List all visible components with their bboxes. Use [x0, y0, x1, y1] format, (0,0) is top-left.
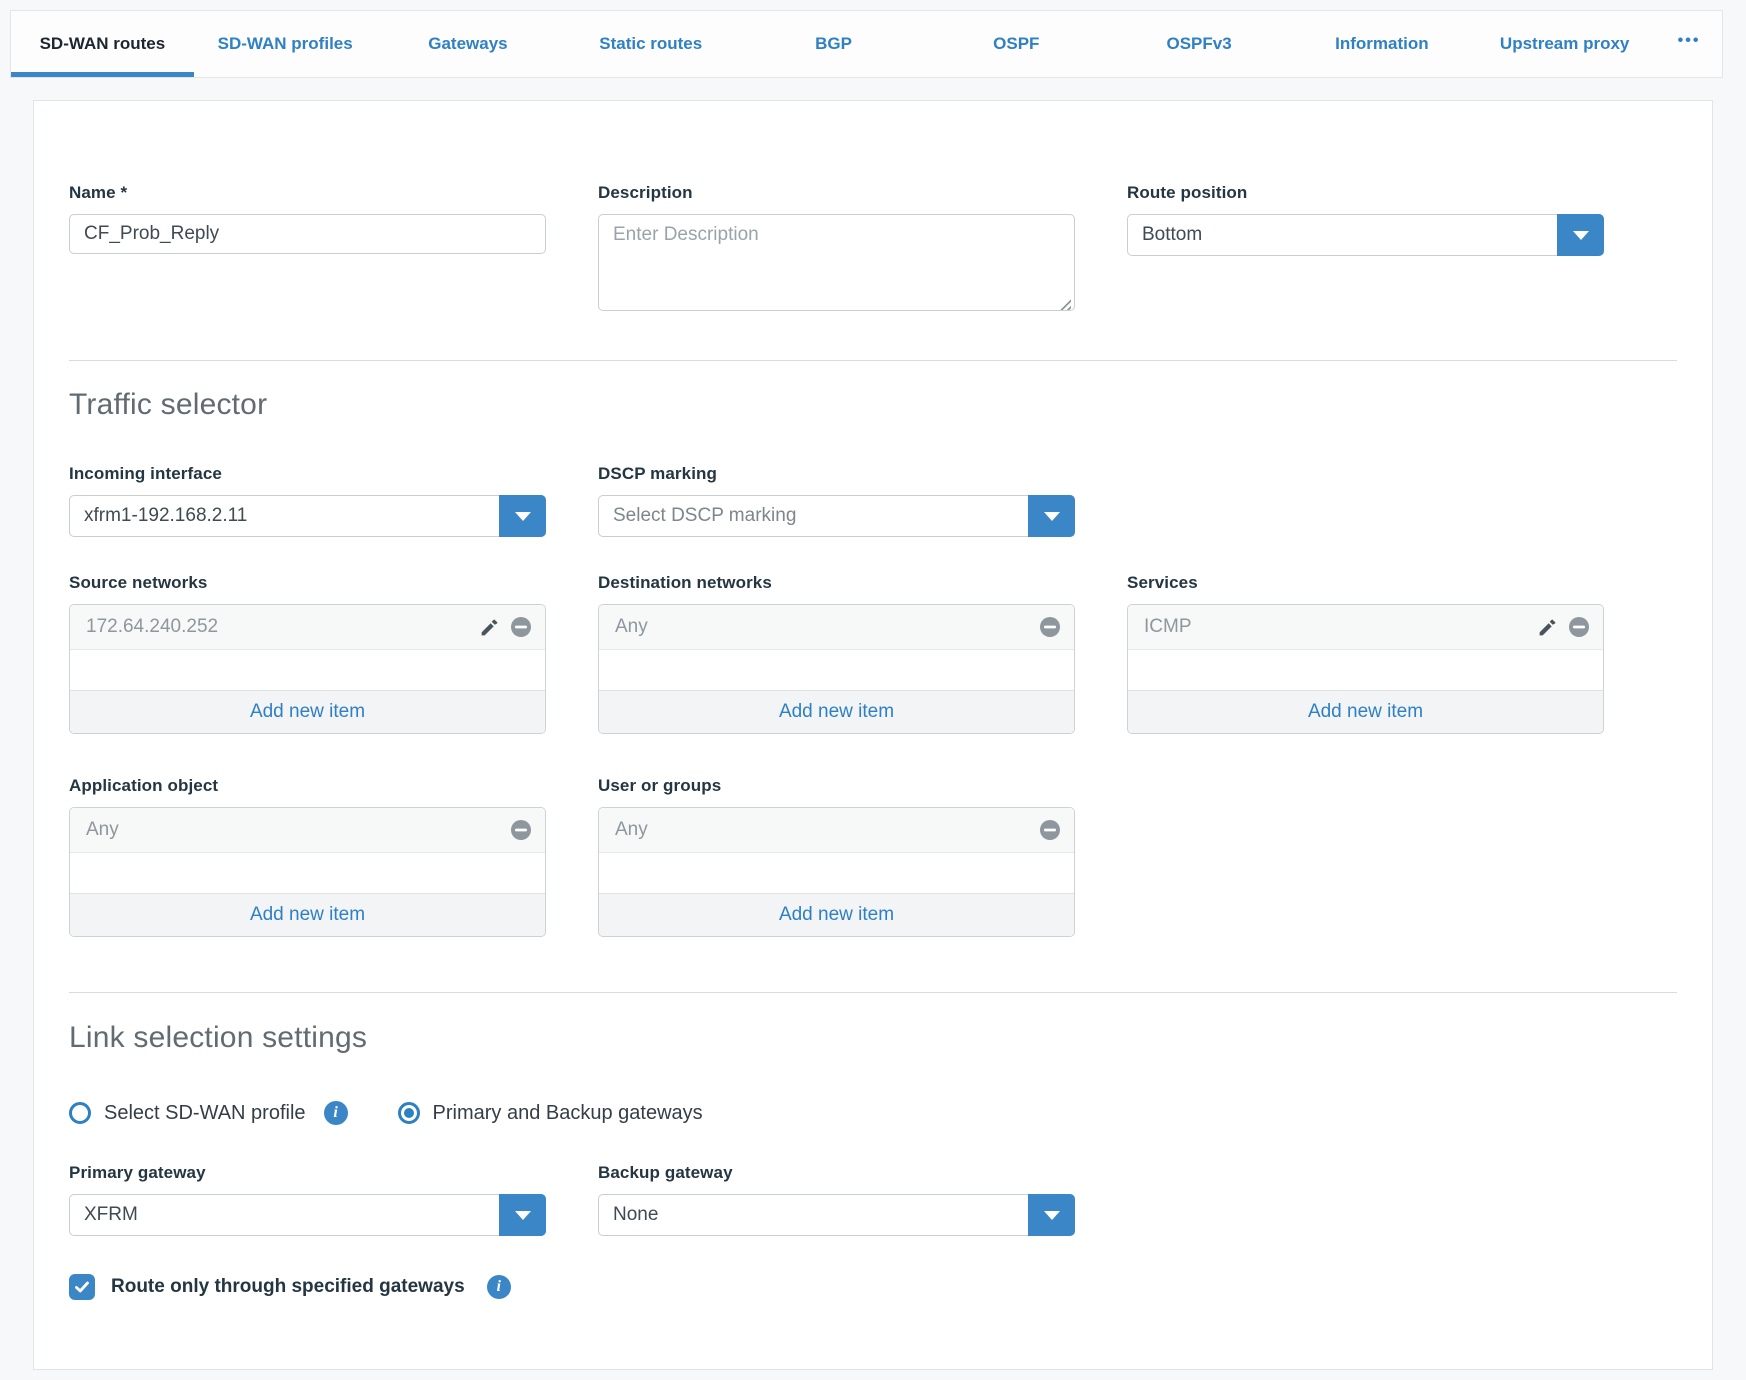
remove-minus-icon[interactable] — [509, 615, 533, 639]
link-selection-heading: Link selection settings — [69, 1021, 1677, 1055]
user-or-groups-value: Any — [615, 819, 1038, 841]
source-networks-label: Source networks — [69, 573, 546, 593]
chevron-down-icon — [1573, 231, 1589, 240]
section-divider — [69, 360, 1677, 361]
remove-minus-icon[interactable] — [1567, 615, 1591, 639]
application-object-value: Any — [86, 819, 509, 841]
tab-sdwan-profiles[interactable]: SD-WAN profiles — [194, 11, 377, 77]
services-listbox: ICMP Add new item — [1127, 604, 1604, 734]
route-only-checkbox[interactable] — [69, 1274, 95, 1300]
primary-gateway-value: XFRM — [70, 1195, 499, 1235]
radio-circle-icon — [398, 1102, 420, 1124]
source-networks-listbox: 172.64.240.252 Add new item — [69, 604, 546, 734]
source-network-value: 172.64.240.252 — [86, 616, 477, 638]
services-add-button[interactable]: Add new item — [1128, 690, 1603, 733]
tab-static-routes[interactable]: Static routes — [559, 11, 742, 77]
checkmark-icon — [73, 1278, 91, 1296]
info-icon[interactable]: i — [324, 1101, 348, 1125]
primary-gateway-select[interactable]: XFRM — [69, 1194, 546, 1236]
backup-gateway-value: None — [599, 1195, 1028, 1235]
dscp-marking-label: DSCP marking — [598, 464, 1075, 484]
remove-minus-icon[interactable] — [509, 818, 533, 842]
services-label: Services — [1127, 573, 1604, 593]
tab-ospfv3[interactable]: OSPFv3 — [1108, 11, 1291, 77]
name-input[interactable] — [69, 214, 546, 254]
sdwan-route-form-panel: Name * Description Route position Bottom… — [33, 100, 1713, 1370]
tab-ospf[interactable]: OSPF — [925, 11, 1108, 77]
backup-gateway-dropdown-button[interactable] — [1028, 1194, 1075, 1236]
backup-gateway-label: Backup gateway — [598, 1163, 1075, 1183]
description-label: Description — [598, 183, 1075, 203]
tab-gateways[interactable]: Gateways — [377, 11, 560, 77]
chevron-down-icon — [515, 512, 531, 521]
tab-information[interactable]: Information — [1290, 11, 1473, 77]
primary-gateway-dropdown-button[interactable] — [499, 1194, 546, 1236]
tab-sdwan-routes[interactable]: SD-WAN routes — [11, 11, 194, 77]
top-tab-bar: SD-WAN routes SD-WAN profiles Gateways S… — [10, 10, 1723, 78]
description-textarea[interactable] — [598, 214, 1075, 311]
list-empty-space — [70, 650, 545, 690]
list-empty-space — [599, 650, 1074, 690]
chevron-down-icon — [1044, 512, 1060, 521]
list-empty-space — [599, 853, 1074, 893]
list-empty-space — [1128, 650, 1603, 690]
radio-primary-backup-label: Primary and Backup gateways — [433, 1102, 703, 1125]
destination-networks-listbox: Any Add new item — [598, 604, 1075, 734]
application-object-add-button[interactable]: Add new item — [70, 893, 545, 936]
destination-networks-label: Destination networks — [598, 573, 1075, 593]
list-item: 172.64.240.252 — [70, 605, 545, 650]
route-position-dropdown-button[interactable] — [1557, 214, 1604, 256]
incoming-interface-dropdown-button[interactable] — [499, 495, 546, 537]
destination-network-value: Any — [615, 616, 1038, 638]
primary-gateway-label: Primary gateway — [69, 1163, 546, 1183]
route-position-select[interactable]: Bottom — [1127, 214, 1604, 256]
incoming-interface-label: Incoming interface — [69, 464, 546, 484]
destination-networks-add-button[interactable]: Add new item — [599, 690, 1074, 733]
list-empty-space — [70, 853, 545, 893]
list-item: ICMP — [1128, 605, 1603, 650]
dscp-marking-dropdown-button[interactable] — [1028, 495, 1075, 537]
incoming-interface-value: xfrm1-192.168.2.11 — [70, 496, 499, 536]
radio-select-sdwan-profile[interactable]: Select SD-WAN profile — [69, 1102, 306, 1125]
list-item: Any — [599, 808, 1074, 853]
remove-minus-icon[interactable] — [1038, 615, 1062, 639]
radio-sdwan-profile-label: Select SD-WAN profile — [104, 1102, 306, 1125]
remove-minus-icon[interactable] — [1038, 818, 1062, 842]
user-or-groups-add-button[interactable]: Add new item — [599, 893, 1074, 936]
service-value: ICMP — [1144, 616, 1535, 638]
dscp-marking-select[interactable]: Select DSCP marking — [598, 495, 1075, 537]
application-object-label: Application object — [69, 776, 546, 796]
radio-circle-icon — [69, 1102, 91, 1124]
route-only-checkbox-label: Route only through specified gateways — [111, 1276, 465, 1298]
name-label: Name * — [69, 183, 546, 203]
user-or-groups-label: User or groups — [598, 776, 1075, 796]
backup-gateway-select[interactable]: None — [598, 1194, 1075, 1236]
required-asterisk: * — [121, 183, 128, 202]
chevron-down-icon — [515, 1211, 531, 1220]
source-networks-add-button[interactable]: Add new item — [70, 690, 545, 733]
list-item: Any — [599, 605, 1074, 650]
user-or-groups-listbox: Any Add new item — [598, 807, 1075, 937]
incoming-interface-select[interactable]: xfrm1-192.168.2.11 — [69, 495, 546, 537]
info-icon[interactable]: i — [487, 1275, 511, 1299]
radio-primary-backup-gateways[interactable]: Primary and Backup gateways — [398, 1102, 703, 1125]
application-object-listbox: Any Add new item — [69, 807, 546, 937]
edit-pencil-icon[interactable] — [1535, 615, 1559, 639]
dscp-marking-value: Select DSCP marking — [599, 496, 1028, 536]
tab-upstream-proxy[interactable]: Upstream proxy — [1473, 11, 1656, 77]
tabs-overflow-button[interactable]: ••• — [1656, 11, 1722, 77]
tab-bgp[interactable]: BGP — [742, 11, 925, 77]
traffic-selector-heading: Traffic selector — [69, 388, 1677, 422]
edit-pencil-icon[interactable] — [477, 615, 501, 639]
route-position-value: Bottom — [1128, 215, 1557, 255]
list-item: Any — [70, 808, 545, 853]
chevron-down-icon — [1044, 1211, 1060, 1220]
section-divider — [69, 992, 1677, 993]
route-position-label: Route position — [1127, 183, 1604, 203]
